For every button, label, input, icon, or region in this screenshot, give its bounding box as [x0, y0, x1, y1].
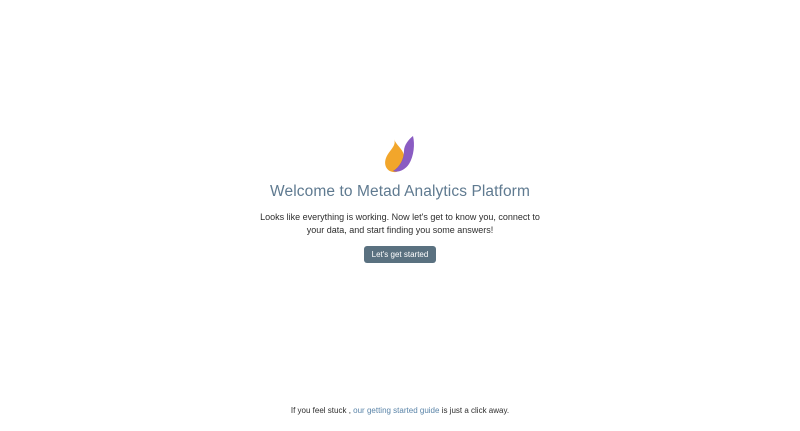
welcome-subtitle: Looks like everything is working. Now le…	[260, 212, 540, 235]
welcome-page: Welcome to Metad Analytics Platform Look…	[0, 0, 800, 431]
help-footer: If you feel stuck , our getting started …	[0, 405, 800, 417]
footer-suffix-text: is just a click away.	[441, 406, 510, 415]
page-title: Welcome to Metad Analytics Platform	[270, 183, 530, 200]
metad-logo-icon	[385, 136, 414, 173]
getting-started-guide-link[interactable]: our getting started guide	[353, 406, 439, 415]
get-started-button[interactable]: Let's get started	[363, 246, 437, 263]
footer-prefix-text: If you feel stuck ,	[290, 406, 351, 415]
welcome-panel: Welcome to Metad Analytics Platform Look…	[0, 136, 800, 263]
